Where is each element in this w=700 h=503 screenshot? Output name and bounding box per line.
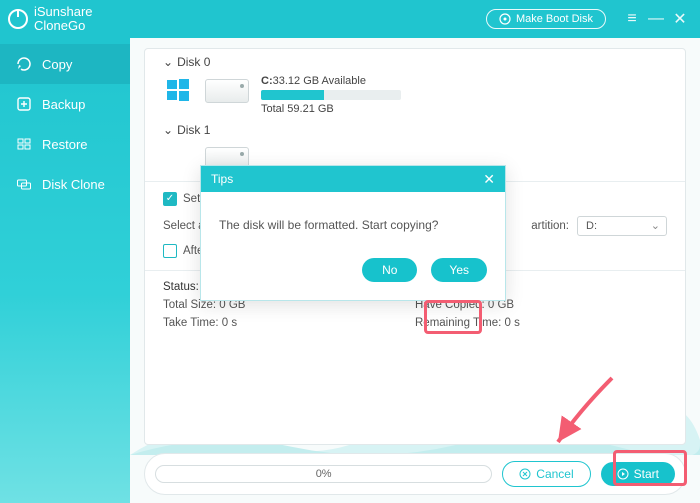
- app-logo: iSunshare CloneGo: [8, 5, 93, 33]
- footer-bar: 0% Cancel Start: [144, 453, 686, 495]
- sidebar-label: Backup: [42, 97, 85, 112]
- cancel-button[interactable]: Cancel: [502, 461, 590, 487]
- sidebar-label: Disk Clone: [42, 177, 105, 192]
- sidebar-item-restore[interactable]: Restore: [0, 124, 130, 164]
- status-take: Take Time: 0 s: [163, 317, 415, 329]
- sidebar-label: Restore: [42, 137, 88, 152]
- cancel-icon: [519, 468, 531, 480]
- dialog-no-button[interactable]: No: [362, 258, 417, 282]
- sidebar-item-disk-clone[interactable]: Disk Clone: [0, 164, 130, 204]
- sidebar-label: Copy: [42, 57, 72, 72]
- clone-icon: [16, 176, 32, 192]
- sidebar-item-copy[interactable]: Copy: [0, 44, 130, 84]
- make-boot-disk-button[interactable]: Make Boot Disk: [486, 9, 606, 29]
- dialog-title: Tips: [211, 172, 233, 186]
- progress-label: 0%: [316, 468, 332, 480]
- checkbox-icon: [163, 192, 177, 206]
- status-remain: Remaining Time: 0 s: [415, 317, 667, 329]
- tips-dialog: Tips ✕ The disk will be formatted. Start…: [200, 165, 506, 301]
- close-button[interactable]: ✕: [668, 9, 692, 29]
- select-label: Select a: [163, 220, 205, 232]
- disk-0-section: ⌄ Disk 0 C:33.12 GB Available Total 59.2…: [145, 49, 685, 117]
- backup-icon: [16, 96, 32, 112]
- progress-bar: 0%: [155, 465, 492, 483]
- disk-0-partition[interactable]: C:33.12 GB Available Total 59.21 GB: [163, 75, 667, 115]
- drive-icon: [205, 79, 249, 103]
- chevron-down-icon: ⌄: [163, 123, 173, 137]
- minimize-button[interactable]: —: [644, 10, 668, 28]
- disk-0-header[interactable]: ⌄ Disk 0: [163, 55, 667, 69]
- app-name: iSunshare: [34, 5, 93, 19]
- disc-icon: [499, 13, 511, 25]
- menu-button[interactable]: ≡: [620, 10, 644, 28]
- dialog-close-button[interactable]: ✕: [483, 171, 495, 188]
- start-button[interactable]: Start: [601, 462, 675, 486]
- dialog-message: The disk will be formatted. Start copyin…: [201, 192, 505, 242]
- partition-label: artition:: [531, 220, 569, 232]
- restore-icon: [16, 136, 32, 152]
- title-bar: iSunshare CloneGo Make Boot Disk ≡ — ✕: [0, 0, 700, 38]
- logo-icon: [8, 9, 28, 29]
- dialog-header: Tips ✕: [201, 166, 505, 192]
- disk-1-header[interactable]: ⌄ Disk 1: [163, 123, 667, 137]
- copy-icon: [16, 56, 32, 72]
- windows-icon: [163, 75, 193, 105]
- partition-combo[interactable]: D:: [577, 216, 667, 236]
- app-subname: CloneGo: [34, 19, 93, 33]
- dialog-yes-button[interactable]: Yes: [431, 258, 487, 282]
- play-icon: [617, 468, 629, 480]
- chevron-down-icon: ⌄: [163, 55, 173, 69]
- usage-bar: [261, 90, 401, 100]
- partition-info: C:33.12 GB Available Total 59.21 GB: [261, 75, 401, 115]
- sidebar: Copy Backup Restore Disk Clone: [0, 38, 130, 503]
- checkbox-icon: [163, 244, 177, 258]
- sidebar-item-backup[interactable]: Backup: [0, 84, 130, 124]
